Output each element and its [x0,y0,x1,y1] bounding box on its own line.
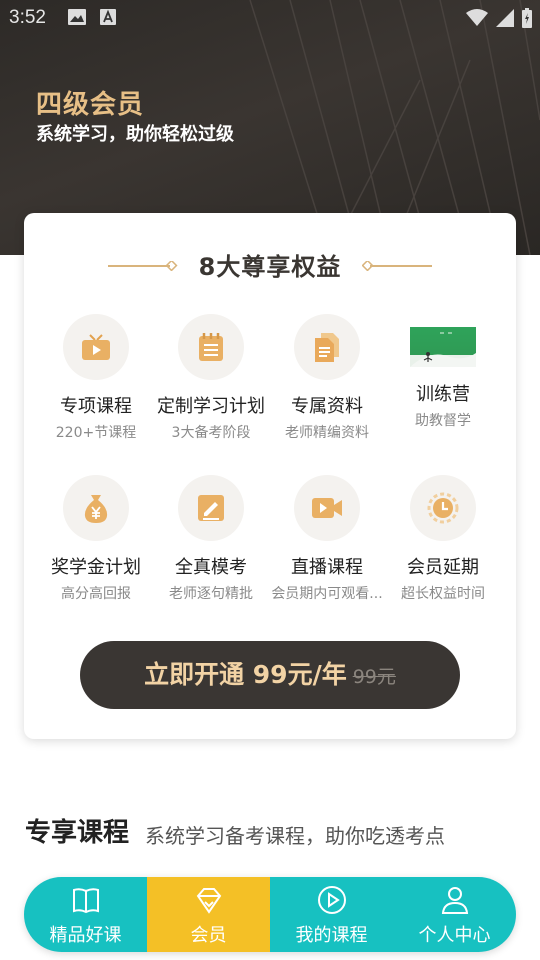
benefit-mock-exam[interactable]: 全真模考 老师逐句精批 [153,475,269,603]
wifi-icon [466,9,488,26]
nav-tab-membership[interactable]: 会员 [147,877,270,952]
nav-tab-featured-courses[interactable]: 精品好课 [24,877,147,952]
benefit-subtitle: 3大备考阶段 [171,425,251,441]
benefit-training-camp[interactable]: 训练营 助教督学 [385,314,501,430]
battery-icon [522,8,532,28]
heading-decoration-right [362,261,432,271]
benefit-subtitle: 助教督学 [415,413,471,429]
benefit-title: 训练营 [416,384,470,405]
clock-icon [427,492,459,524]
tv-icon [82,334,110,360]
benefit-scholarship[interactable]: 奖学金计划 高分高回报 [38,475,154,603]
subscribe-button-label: 立即开通 99元/年 [144,660,347,689]
money-bag-icon [84,495,108,523]
app-notification-icon [100,9,116,25]
calendar-icon [199,333,223,361]
benefit-subtitle: 220+节课程 [55,425,137,441]
benefit-title: 专项课程 [60,396,132,417]
benefit-subtitle: 会员期内可观看... [271,586,383,602]
status-bar: 3:52 [0,0,540,36]
diamond-icon [196,888,222,914]
page-subtitle: 系统学习，助你轻松过级 [36,124,234,145]
benefit-title: 全真模考 [175,557,247,578]
original-price: 99元 [352,666,396,688]
video-camera-icon [312,498,342,518]
benefit-membership-extension[interactable]: 会员延期 超长权益时间 [385,475,501,603]
nav-label: 会员 [190,925,227,946]
nav-label: 我的课程 [295,925,368,946]
section-title: 专享课程 [25,818,130,848]
benefit-title: 奖学金计划 [51,557,141,578]
benefit-title: 会员延期 [407,557,479,578]
training-camp-image [410,327,476,367]
benefit-title: 专属资料 [291,396,363,417]
exam-edit-icon [198,495,224,521]
benefit-subtitle: 超长权益时间 [401,586,485,602]
benefit-special-course[interactable]: 专项课程 220+节课程 [38,314,154,442]
bottom-navigation: 精品好课 会员 我的课程 个人中心 [24,877,516,952]
benefits-heading: 8大尊享权益 [198,253,342,281]
benefit-live-course[interactable]: 直播课程 会员期内可观看... [269,475,385,603]
benefit-subtitle: 老师逐句精批 [169,586,253,602]
nav-label: 精品好课 [49,925,122,946]
benefits-card: 8大尊享权益 专项课程 220+节课程 定制学习计划 3大备考阶段 专属资料 老… [24,213,516,739]
image-notification-icon [68,9,86,25]
page-title: 四级会员 [36,90,145,120]
nav-tab-my-courses[interactable]: 我的课程 [270,877,393,952]
subscribe-button[interactable]: 立即开通 99元/年 99元 [80,641,460,709]
status-time: 3:52 [9,7,46,28]
section-subtitle: 系统学习备考课程，助你吃透考点 [145,824,445,848]
benefit-exclusive-materials[interactable]: 专属资料 老师精编资料 [269,314,385,442]
signal-icon [496,9,514,27]
document-icon [315,333,339,362]
nav-label: 个人中心 [418,925,491,946]
benefit-subtitle: 老师精编资料 [285,425,369,441]
user-icon [441,887,469,914]
benefit-subtitle: 高分高回报 [61,586,131,602]
benefit-custom-plan[interactable]: 定制学习计划 3大备考阶段 [153,314,269,442]
book-icon [73,888,99,914]
nav-tab-profile[interactable]: 个人中心 [393,877,516,952]
play-circle-icon [318,886,346,914]
benefit-title: 定制学习计划 [157,396,265,417]
benefit-title: 直播课程 [291,557,363,578]
